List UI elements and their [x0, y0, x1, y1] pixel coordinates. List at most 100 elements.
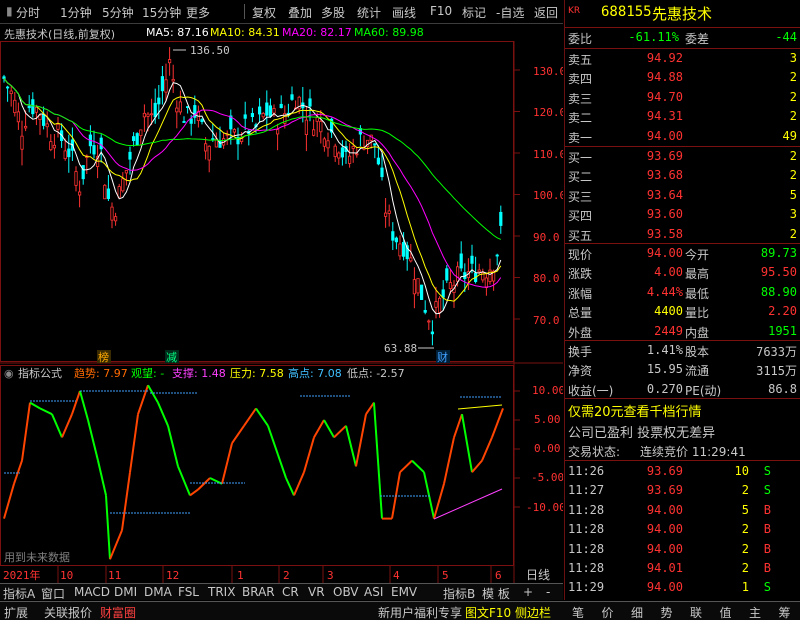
candle — [290, 86, 294, 101]
ask-level-row[interactable]: 卖一 94.00 49 — [565, 127, 800, 147]
candle — [171, 64, 175, 93]
price-tick-130: 130.0 — [533, 65, 563, 78]
stats-button[interactable]: 统计 — [357, 4, 381, 21]
tab-1min[interactable]: 1分钟 — [60, 4, 92, 21]
stat-label: 换手 — [568, 345, 593, 359]
wealth-circle-button[interactable]: 财富圈 — [100, 604, 136, 620]
weibi-value: -61.11% — [628, 30, 679, 44]
bid-level-row[interactable]: 买二 93.68 2 — [565, 166, 800, 186]
trend-segment — [453, 413, 463, 438]
tab-fenshi[interactable]: 分时 — [16, 4, 40, 21]
tab-cr[interactable]: CR — [282, 585, 299, 599]
tick-side: B — [763, 522, 771, 537]
quote-tab-7[interactable]: 筹 — [779, 604, 791, 620]
bid-level-row[interactable]: 买四 93.60 3 — [565, 205, 800, 225]
ask-level-row[interactable]: 卖五 94.92 3 — [565, 49, 800, 69]
trade-status-row: 交易状态: 连续竞价 11:29:41 — [565, 441, 800, 461]
candle — [423, 300, 427, 315]
tab-emv[interactable]: EMV — [391, 585, 417, 599]
marker-bang[interactable]: 榜 — [98, 350, 109, 364]
candle — [45, 111, 49, 138]
marker-cai[interactable]: 财 — [437, 350, 448, 364]
promo-text[interactable]: 仅需20元查看千档行情 — [568, 401, 702, 420]
overlay-button[interactable]: 叠加 — [288, 4, 312, 21]
bid-level-row[interactable]: 买三 93.64 5 — [565, 186, 800, 206]
price-tick-80: 80.0 — [533, 272, 560, 285]
bid-level-row[interactable]: 买一 93.69 2 — [565, 147, 800, 167]
tab-dmi[interactable]: DMI — [114, 585, 137, 599]
tab-indicator-b[interactable]: 指标B — [443, 585, 475, 602]
period-label[interactable]: 日线 — [526, 568, 550, 582]
promo-row[interactable]: 仅需20元查看千档行情 — [565, 399, 800, 420]
quote-tab-6[interactable]: 主 — [749, 604, 761, 620]
quote-tab-3[interactable]: 势 — [661, 604, 673, 620]
trend-segment — [197, 477, 211, 491]
quote-tab-1[interactable]: 价 — [602, 604, 614, 620]
bid-level-volume: 2 — [789, 149, 797, 163]
tab-dma[interactable]: DMA — [144, 585, 172, 599]
quote-tab-2[interactable]: 细 — [631, 604, 643, 620]
quote-tab-4[interactable]: 联 — [690, 604, 702, 620]
tab-obv[interactable]: OBV — [333, 585, 359, 599]
ask-level-row[interactable]: 卖三 94.70 2 — [565, 88, 800, 108]
quote-value: 4400 — [654, 304, 683, 319]
quote-tab-5[interactable]: 值 — [720, 604, 732, 620]
draw-line-button[interactable]: 画线 — [392, 4, 416, 21]
quote-tab-0[interactable]: 笔 — [572, 604, 584, 620]
indicator-name[interactable]: 指标公式 — [18, 366, 62, 380]
multi-stock-button[interactable]: 多股 — [321, 4, 345, 21]
tab-template[interactable]: 模 板 — [482, 585, 510, 602]
tick-side: S — [763, 580, 771, 595]
mark-button[interactable]: 标记 — [462, 4, 486, 21]
tab-brar[interactable]: BRAR — [242, 585, 275, 599]
candle — [85, 154, 89, 174]
bid-level-price: 93.69 — [646, 149, 683, 163]
add-tab-button[interactable]: + — [523, 585, 533, 599]
back-button[interactable]: 返回 — [534, 4, 558, 21]
candle — [243, 101, 247, 131]
tab-asi[interactable]: ASI — [364, 585, 383, 599]
stat-label: PE(动) — [685, 383, 722, 398]
tab-indicator-a[interactable]: 指标A — [3, 585, 35, 602]
indicator-collapse-icon[interactable]: ◉ — [4, 367, 14, 380]
tick-volume: 2 — [741, 541, 749, 556]
candlestick-series — [2, 47, 503, 346]
candle — [232, 128, 236, 136]
candle — [322, 136, 327, 152]
ask-level-row[interactable]: 卖二 94.31 2 — [565, 107, 800, 127]
expand-button[interactable]: 扩展 — [4, 604, 28, 620]
candle — [139, 129, 143, 146]
tab-macd[interactable]: MACD — [74, 585, 110, 599]
candle — [27, 95, 31, 113]
candle — [272, 104, 276, 118]
watch-value: 观望: - — [131, 367, 164, 380]
sidebar-toggle[interactable]: 侧边栏 — [515, 604, 551, 620]
tab-trix[interactable]: TRIX — [208, 585, 235, 599]
quote-value: 88.90 — [760, 284, 797, 299]
fuquan-button[interactable]: 复权 — [252, 4, 276, 21]
remove-tab-button[interactable]: - — [546, 585, 550, 599]
new-user-welfare-link[interactable]: 新用户福利专享 — [378, 604, 462, 620]
f10-graphic-button[interactable]: 图文F10 — [465, 604, 511, 620]
tab-more[interactable]: 更多 — [186, 4, 210, 21]
candle — [347, 143, 352, 168]
chart-area[interactable]: 130.0 120.0 110.0 100.0 90.0 80.0 70.0 1… — [0, 41, 563, 583]
collapse-icon[interactable]: ▮ — [6, 4, 13, 18]
stock-name[interactable]: 先惠技术 — [652, 3, 712, 24]
tab-vr[interactable]: VR — [308, 585, 325, 599]
tab-15min[interactable]: 15分钟 — [142, 4, 181, 21]
candle — [416, 278, 420, 296]
marker-jian[interactable]: 减 — [166, 351, 177, 364]
tab-5min[interactable]: 5分钟 — [102, 4, 134, 21]
ask-level-row[interactable]: 卖四 94.88 2 — [565, 68, 800, 88]
watchlist-remove-button[interactable]: -自选 — [496, 4, 524, 21]
trend-segment — [443, 437, 455, 485]
candle — [131, 132, 136, 147]
f10-button[interactable]: F10 — [430, 4, 452, 18]
stock-code[interactable]: 688155 — [601, 4, 652, 20]
tab-fsl[interactable]: FSL — [178, 585, 199, 599]
related-quotes-button[interactable]: 关联报价 — [44, 604, 92, 620]
tab-window[interactable]: 窗口 — [41, 585, 65, 602]
bid-level-row[interactable]: 买五 93.58 2 — [565, 225, 800, 245]
trend-segment — [51, 413, 63, 438]
